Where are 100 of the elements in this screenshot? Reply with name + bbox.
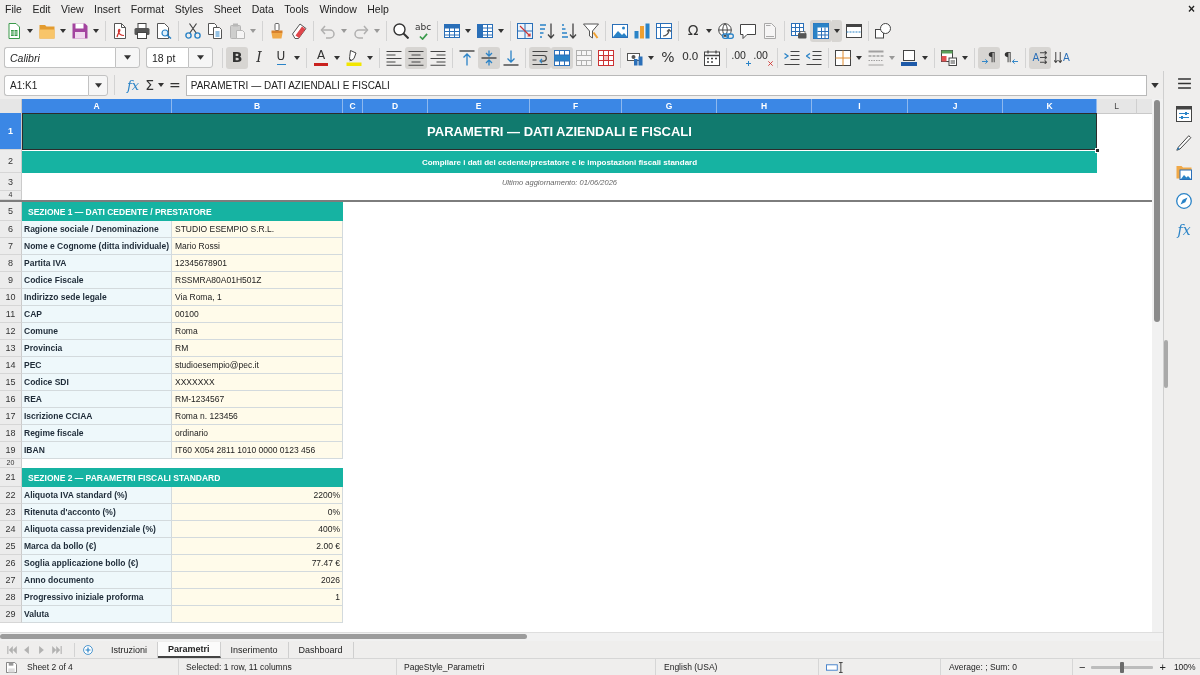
row-header[interactable]: 8 [0,255,22,272]
field-value: studioesempio@pec.it [172,357,343,374]
sheet-tab[interactable]: Parametri [158,641,221,658]
align-middle-button[interactable] [478,46,500,69]
row-header[interactable]: 24 [0,521,22,538]
row-header[interactable]: 7 [0,238,22,255]
dropdown-button[interactable] [832,19,842,42]
merge-center-button[interactable] [551,46,573,69]
field-label: Progressivo iniziale proforma [22,589,172,606]
align-center-button[interactable] [405,46,427,69]
formula-button[interactable]: = [166,75,184,95]
menu-item[interactable]: View [56,0,89,17]
row-header[interactable]: 26 [0,555,22,572]
name-box[interactable]: A1:K1 [4,74,88,96]
triangle-right-icon [39,645,44,654]
add-sheet-button[interactable] [81,642,95,657]
column-header[interactable]: L [1097,99,1137,114]
menu-item[interactable]: File [0,0,27,17]
row-header[interactable]: 12 [0,323,22,340]
arrow-right-icon [981,58,988,64]
sidebar-handle[interactable] [1164,340,1168,388]
row-header[interactable]: 21 [0,468,22,487]
row-header[interactable]: 18 [0,425,22,442]
field-value: 2.00 € [172,538,343,555]
dropdown-button[interactable] [88,74,108,96]
spelling-button[interactable]: abc [412,19,434,42]
menu-item[interactable]: Window [314,0,362,17]
caret-down-icon [889,55,895,60]
row-header[interactable]: 16 [0,391,22,408]
row-header[interactable]: 23 [0,504,22,521]
scrollbar-thumb[interactable] [1154,100,1160,322]
dropdown-button[interactable] [188,47,213,68]
clipboard-icon [229,22,245,39]
menu-item[interactable]: Insert [89,0,126,17]
sheet-tab[interactable]: Dashboard [288,641,354,658]
row-header[interactable]: 25 [0,538,22,555]
row-header[interactable]: 13 [0,340,22,357]
language[interactable]: English (USA) [664,662,718,672]
row-header[interactable]: 22 [0,487,22,504]
cross-icon [767,60,773,66]
special-character-button[interactable]: Ω [682,19,704,42]
dropdown-button[interactable] [115,47,140,68]
row-header[interactable]: 11 [0,306,22,323]
line-style-icon [868,49,884,66]
row-header[interactable]: 14 [0,357,22,374]
menu-item[interactable]: Styles [169,0,209,17]
font-name-field[interactable]: Calibri [4,47,115,68]
menu-item[interactable]: Edit [27,0,56,17]
row-header[interactable]: 27 [0,572,22,589]
sum-button[interactable]: Σ [142,75,157,95]
text-ttb-button[interactable]: A [1051,46,1073,69]
underline-button[interactable]: U [270,46,292,69]
underline-bar-icon [276,63,286,66]
zoom-slider-thumb[interactable] [1120,661,1125,673]
sheet-tab[interactable]: Inserimento [220,641,289,658]
paragraph-ltr-button[interactable]: ¶ [978,46,1000,69]
text-ltr-button[interactable]: A [1029,46,1051,69]
number-button[interactable]: 0.0 [679,46,701,69]
row-header[interactable]: 9 [0,272,22,289]
section-header: SEZIONE 2 — PARAMETRI FISCALI STANDARD [22,468,343,487]
row-header[interactable]: 28 [0,589,22,606]
font-color-button[interactable]: A [310,46,332,69]
row-header[interactable]: 3 [0,173,22,191]
wrap-text-button[interactable] [529,46,551,69]
scrollbar-thumb[interactable] [0,634,527,639]
row-header[interactable]: 15 [0,374,22,391]
menu-item[interactable]: Help [362,0,394,17]
function-wizard-button[interactable]: fx [124,75,143,95]
paragraph-rtl-button[interactable]: ¶ [1000,46,1022,69]
freeze-button[interactable] [810,19,832,42]
zoom-percent[interactable]: 100% [1173,662,1196,672]
fill-handle[interactable] [1095,148,1100,153]
row-header[interactable]: 10 [0,289,22,306]
skip-right-icon [51,645,62,654]
row-header[interactable]: 2 [0,150,22,173]
sort-ascending-icon [539,22,555,39]
functions-button[interactable]: fx [1172,219,1196,241]
menu-item[interactable]: Tools [279,0,314,17]
font-size-field[interactable]: 18 pt [146,47,188,68]
italic-button[interactable]: I [248,46,270,69]
zoom-in-button[interactable]: + [1157,660,1168,674]
row-header[interactable]: 29 [0,606,22,623]
selection-mode-icon[interactable] [826,661,844,673]
percent-button[interactable]: % [657,46,679,69]
add-decimal-button[interactable]: .00 [730,46,752,69]
menu-item[interactable]: Sheet [208,0,247,17]
formula-input[interactable]: PARAMETRI — DATI AZIENDALI E FISCALI [185,74,1147,96]
close-document-button[interactable]: × [1186,0,1197,17]
page-style[interactable]: PageStyle_Parametri [404,662,485,672]
caret-down-icon [962,55,968,60]
bold-button[interactable]: B [226,46,248,69]
row-header[interactable]: 19 [0,442,22,459]
menu-item[interactable]: Format [125,0,170,17]
row-header[interactable]: 5 [0,202,22,221]
delete-decimal-button[interactable]: .00 [752,46,774,69]
row-header[interactable]: 1 [0,113,22,150]
zoom-out-button[interactable]: − [1077,660,1088,674]
menu-item[interactable]: Data [246,0,279,17]
row-header[interactable]: 17 [0,408,22,425]
row-header[interactable]: 6 [0,221,22,238]
